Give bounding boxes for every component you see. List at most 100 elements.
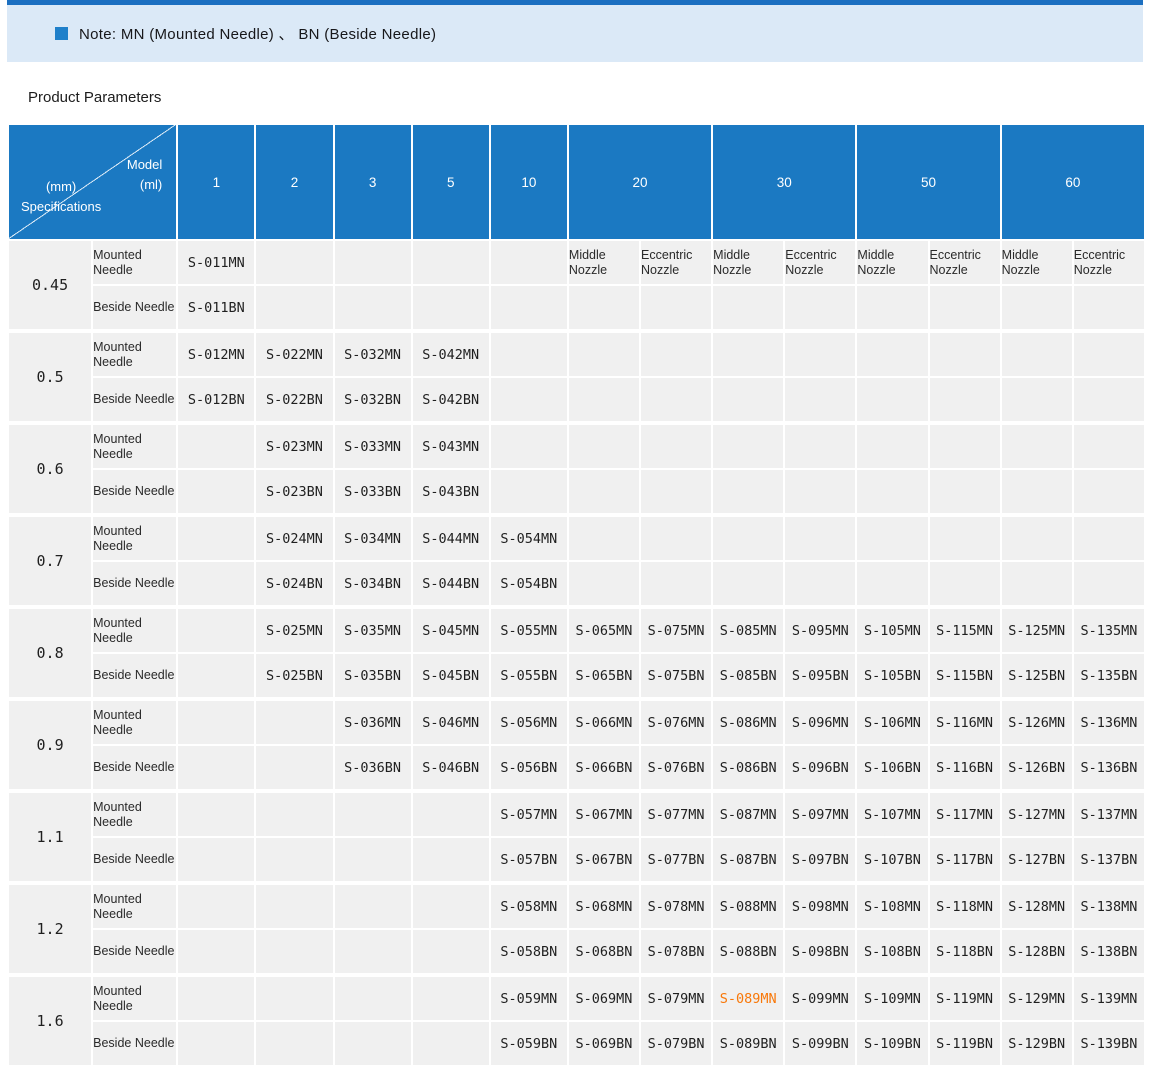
model-cell-empty [785, 378, 855, 421]
model-cell-empty [1002, 470, 1072, 513]
model-cell-S-139MN: S-139MN [1074, 975, 1144, 1020]
model-cell-empty [930, 562, 1000, 605]
model-cell-empty [1074, 423, 1144, 468]
model-cell-S-068BN: S-068BN [569, 930, 639, 973]
corner-model-label: Model (ml) [127, 155, 162, 195]
model-cell-S-097MN: S-097MN [785, 791, 855, 836]
model-cell-S-058BN: S-058BN [491, 930, 567, 973]
table-row-0.5-bn: Beside NeedleS-012BNS-022BNS-032BNS-042B… [9, 378, 1144, 421]
model-cell-S-046MN: S-046MN [413, 699, 489, 744]
model-cell-S-135BN: S-135BN [1074, 654, 1144, 697]
model-cell-S-059MN: S-059MN [491, 975, 567, 1020]
model-cell-S-022BN: S-022BN [256, 378, 332, 421]
model-cell-S-129BN: S-129BN [1002, 1022, 1072, 1065]
model-cell-S-087BN: S-087BN [713, 838, 783, 881]
model-cell-S-067BN: S-067BN [569, 838, 639, 881]
model-cell-S-116MN: S-116MN [930, 699, 1000, 744]
model-cell-empty [335, 241, 411, 284]
model-cell-S-055BN: S-055BN [491, 654, 567, 697]
page-title: Product Parameters [28, 89, 1150, 106]
model-cell-S-095MN: S-095MN [785, 607, 855, 652]
model-cell-S-139BN: S-139BN [1074, 1022, 1144, 1065]
model-cell-S-065MN: S-065MN [569, 607, 639, 652]
model-cell-empty [569, 470, 639, 513]
model-cell-empty [930, 423, 1000, 468]
model-column-header-10: 10 [491, 125, 567, 239]
model-cell-empty [641, 562, 711, 605]
model-cell-empty [713, 286, 783, 329]
model-cell-empty [930, 470, 1000, 513]
model-cell-S-046BN: S-046BN [413, 746, 489, 789]
model-cell-S-097BN: S-097BN [785, 838, 855, 881]
model-cell-empty [491, 423, 567, 468]
table-row-1.6-bn: Beside NeedleS-059BNS-069BNS-079BNS-089B… [9, 1022, 1144, 1065]
model-cell-S-106MN: S-106MN [857, 699, 927, 744]
model-cell-S-025BN: S-025BN [256, 654, 332, 697]
model-cell-empty [857, 378, 927, 421]
model-cell-empty [569, 515, 639, 560]
model-cell-S-066BN: S-066BN [569, 746, 639, 789]
note-banner: Note: MN (Mounted Needle) 、 BN (Beside N… [7, 0, 1143, 62]
model-cell-S-057MN: S-057MN [491, 791, 567, 836]
model-cell-S-067MN: S-067MN [569, 791, 639, 836]
corner-spec-unit: (mm) [21, 177, 101, 197]
model-cell-S-011BN: S-011BN [178, 286, 254, 329]
model-cell-S-138BN: S-138BN [1074, 930, 1144, 973]
beside-needle-label: Beside Needle [93, 930, 176, 973]
model-cell-empty [178, 791, 254, 836]
model-cell-S-088BN: S-088BN [713, 930, 783, 973]
table-row-0.45-bn: Beside NeedleS-011BN [9, 286, 1144, 329]
product-parameters-table: Model (ml) (mm) Specifications 123510203… [7, 123, 1146, 1067]
model-cell-S-127BN: S-127BN [1002, 838, 1072, 881]
table-row-0.9-bn: Beside NeedleS-036BNS-046BNS-056BNS-066B… [9, 746, 1144, 789]
table-row-0.8-mn: 0.8Mounted NeedleS-025MNS-035MNS-045MNS-… [9, 607, 1144, 652]
model-column-header-3: 3 [335, 125, 411, 239]
model-cell-empty [569, 562, 639, 605]
model-cell-S-095BN: S-095BN [785, 654, 855, 697]
model-cell-S-069BN: S-069BN [569, 1022, 639, 1065]
model-cell-empty [1002, 423, 1072, 468]
model-cell-S-056MN: S-056MN [491, 699, 567, 744]
mounted-needle-label: Mounted Needle [93, 883, 176, 928]
model-column-header-5: 5 [413, 125, 489, 239]
model-cell-empty [256, 241, 332, 284]
model-cell-S-069MN: S-069MN [569, 975, 639, 1020]
model-cell-empty [1002, 286, 1072, 329]
table-row-1.1-mn: 1.1Mounted NeedleS-057MNS-067MNS-077MNS-… [9, 791, 1144, 836]
model-cell-S-099MN: S-099MN [785, 975, 855, 1020]
mounted-needle-label: Mounted Needle [93, 975, 176, 1020]
model-cell-S-089MN: S-089MN [713, 975, 783, 1020]
model-cell-empty [930, 286, 1000, 329]
model-cell-S-128BN: S-128BN [1002, 930, 1072, 973]
model-cell-S-086BN: S-086BN [713, 746, 783, 789]
model-cell-empty [1002, 378, 1072, 421]
model-cell-empty [930, 515, 1000, 560]
model-cell-S-108BN: S-108BN [857, 930, 927, 973]
spec-cell-0.7: 0.7 [9, 515, 91, 605]
model-cell-empty [857, 470, 927, 513]
model-cell-empty [641, 423, 711, 468]
model-cell-S-054BN: S-054BN [491, 562, 567, 605]
model-cell-S-025MN: S-025MN [256, 607, 332, 652]
model-cell-empty [1074, 378, 1144, 421]
model-cell-empty [335, 975, 411, 1020]
model-cell-empty [335, 930, 411, 973]
table-row-0.6-bn: Beside NeedleS-023BNS-033BNS-043BN [9, 470, 1144, 513]
table-row-0.8-bn: Beside NeedleS-025BNS-035BNS-045BNS-055B… [9, 654, 1144, 697]
model-column-header-2: 2 [256, 125, 332, 239]
model-cell-empty [491, 378, 567, 421]
model-cell-S-057BN: S-057BN [491, 838, 567, 881]
model-cell-empty [1002, 331, 1072, 376]
model-cell-S-035BN: S-035BN [335, 654, 411, 697]
model-cell-empty [413, 883, 489, 928]
model-cell-empty [178, 470, 254, 513]
model-cell-S-115MN: S-115MN [930, 607, 1000, 652]
model-cell-S-137MN: S-137MN [1074, 791, 1144, 836]
model-cell-S-085BN: S-085BN [713, 654, 783, 697]
beside-needle-label: Beside Needle [93, 470, 176, 513]
model-cell-S-078BN: S-078BN [641, 930, 711, 973]
model-cell-S-137BN: S-137BN [1074, 838, 1144, 881]
table-row-0.5-mn: 0.5Mounted NeedleS-012MNS-022MNS-032MNS-… [9, 331, 1144, 376]
model-cell-empty [256, 838, 332, 881]
model-cell-empty [256, 791, 332, 836]
